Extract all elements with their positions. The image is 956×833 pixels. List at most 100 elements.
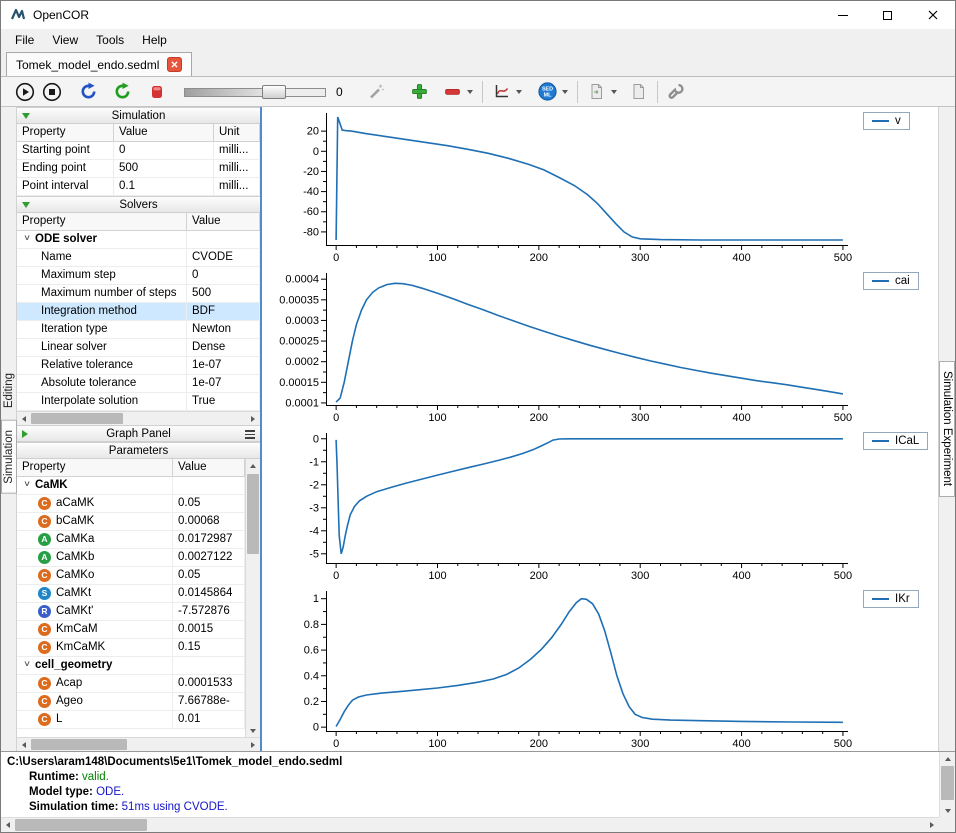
- add-graph-panel-button[interactable]: [406, 79, 433, 105]
- parameter-row[interactable]: SCaMKt0.0145864: [17, 585, 245, 603]
- svg-text:-40: -40: [303, 186, 319, 198]
- sedml-export-button[interactable]: SEDML: [534, 79, 561, 105]
- remove-graph-panel-dropdown-icon[interactable]: [467, 90, 473, 94]
- mode-tab-simulation[interactable]: Simulation: [1, 420, 17, 494]
- slider-handle[interactable]: [262, 85, 286, 99]
- legend-cai[interactable]: cai: [863, 272, 919, 290]
- ode-solver-group-row[interactable]: >ODE solver: [17, 231, 260, 249]
- simulation-property-row[interactable]: Point interval0.1milli...: [17, 178, 260, 196]
- scroll-up-button[interactable]: [941, 752, 955, 765]
- scroll-up-button[interactable]: [246, 459, 260, 472]
- collapse-arrow-icon[interactable]: [22, 113, 30, 119]
- save-graph-button[interactable]: [625, 79, 652, 105]
- solver-property-row[interactable]: Integration methodBDF: [17, 303, 260, 321]
- scrollbar-thumb[interactable]: [31, 739, 127, 750]
- parameter-row[interactable]: RCaMKt'-7.572876: [17, 603, 245, 621]
- sedml-dropdown-icon[interactable]: [562, 90, 568, 94]
- parameter-row[interactable]: CKmCaM0.0015: [17, 621, 245, 639]
- graph-panel-settings-dropdown-icon[interactable]: [516, 90, 522, 94]
- run-simulation-button[interactable]: [11, 79, 38, 105]
- menu-tools[interactable]: Tools: [87, 30, 133, 50]
- console-horizontal-scrollbar[interactable]: [1, 817, 939, 832]
- scrollbar-thumb[interactable]: [247, 474, 259, 554]
- remove-graph-panel-button[interactable]: [439, 79, 466, 105]
- simulation-property-row[interactable]: Ending point500milli...: [17, 160, 260, 178]
- parameter-row[interactable]: CbCaMK0.00068: [17, 513, 245, 531]
- mode-tab-editing[interactable]: Editing: [2, 364, 16, 417]
- parameter-row[interactable]: ACaMKb0.0027122: [17, 549, 245, 567]
- parameter-group-row[interactable]: >cell_geometry: [17, 657, 245, 675]
- tab-tomek-model-endo[interactable]: Tomek_model_endo.sedml: [6, 52, 192, 76]
- delay-slider[interactable]: [184, 83, 326, 101]
- clear-results-button[interactable]: [143, 79, 170, 105]
- collapse-arrow-icon[interactable]: [22, 202, 30, 208]
- scroll-left-button[interactable]: [17, 412, 31, 425]
- scroll-right-button[interactable]: [925, 819, 939, 832]
- parameter-row[interactable]: ACaMKa0.0172987: [17, 531, 245, 549]
- solver-property-row[interactable]: Iteration typeNewton: [17, 321, 260, 339]
- view-tab-simulation-experiment[interactable]: Simulation Experiment: [939, 361, 955, 496]
- preferences-button[interactable]: [663, 79, 690, 105]
- scrollbar-thumb[interactable]: [941, 766, 954, 800]
- graph-panel-settings-button[interactable]: [488, 79, 515, 105]
- legend-IKr[interactable]: IKr: [863, 590, 919, 608]
- menu-help[interactable]: Help: [133, 30, 176, 50]
- scrollbar-thumb[interactable]: [15, 819, 147, 831]
- chart-v[interactable]: 0100200300400500200-20-40-60-80: [262, 107, 854, 267]
- simulation-wizard-button[interactable]: [363, 79, 390, 105]
- solver-property-row[interactable]: Linear solverDense: [17, 339, 260, 357]
- scroll-left-button[interactable]: [1, 819, 15, 832]
- solver-property-row[interactable]: NameCVODE: [17, 249, 260, 267]
- chevron-down-icon[interactable]: >: [18, 661, 35, 670]
- chevron-down-icon[interactable]: >: [18, 235, 35, 244]
- chevron-down-icon[interactable]: >: [18, 481, 35, 490]
- section-header-parameters[interactable]: Parameters: [17, 442, 260, 459]
- svg-text:100: 100: [428, 252, 446, 264]
- legend-ICaL[interactable]: ICaL: [863, 432, 928, 450]
- reset-state-button[interactable]: [75, 79, 102, 105]
- scroll-right-button[interactable]: [246, 738, 260, 751]
- maximize-button[interactable]: [865, 1, 910, 29]
- parameter-row[interactable]: CKmCaMK0.15: [17, 639, 245, 657]
- console-vertical-scrollbar[interactable]: [939, 752, 955, 817]
- parameter-row[interactable]: CaCaMK0.05: [17, 495, 245, 513]
- solver-property-row[interactable]: Relative tolerance1e-07: [17, 357, 260, 375]
- parameter-row[interactable]: CCaMKo0.05: [17, 567, 245, 585]
- scroll-left-button[interactable]: [17, 738, 31, 751]
- solver-property-row[interactable]: Absolute tolerance1e-07: [17, 375, 260, 393]
- section-header-simulation[interactable]: Simulation: [17, 107, 260, 124]
- scroll-right-button[interactable]: [246, 412, 260, 425]
- tab-close-button[interactable]: [167, 57, 182, 72]
- reset-parameters-button[interactable]: [109, 79, 136, 105]
- scroll-down-button[interactable]: [246, 724, 260, 737]
- legend-v[interactable]: v: [863, 112, 910, 130]
- export-data-button[interactable]: [583, 79, 610, 105]
- solvers-horizontal-scrollbar[interactable]: [17, 411, 260, 425]
- section-header-solvers[interactable]: Solvers: [17, 196, 260, 213]
- expand-arrow-icon[interactable]: [22, 430, 28, 438]
- scrollbar-thumb[interactable]: [31, 413, 123, 424]
- group-name: cell_geometry: [35, 659, 112, 671]
- parameter-row[interactable]: CL0.01: [17, 711, 245, 729]
- parameters-vertical-scrollbar[interactable]: [245, 459, 260, 737]
- export-data-dropdown-icon[interactable]: [611, 90, 617, 94]
- chart-IKr[interactable]: 010020030040050010.80.60.40.20: [262, 585, 854, 751]
- chart-ICaL[interactable]: 01002003004005000-1-2-3-4-5: [262, 427, 854, 585]
- simulation-property-row[interactable]: Starting point0milli...: [17, 142, 260, 160]
- parameter-group-row[interactable]: >CaMK: [17, 477, 245, 495]
- solver-property-row[interactable]: Maximum number of steps500: [17, 285, 260, 303]
- minimize-button[interactable]: [820, 1, 865, 29]
- stop-simulation-button[interactable]: [38, 79, 65, 105]
- solver-property-row[interactable]: Interpolate solutionTrue: [17, 393, 260, 411]
- close-button[interactable]: [910, 1, 955, 29]
- parameter-row[interactable]: CAgeo7.66788e-: [17, 693, 245, 711]
- parameter-row[interactable]: CAcap0.0001533: [17, 675, 245, 693]
- solver-property-row[interactable]: Maximum step0: [17, 267, 260, 285]
- graph-panel-menu-icon[interactable]: [245, 430, 255, 439]
- scroll-down-button[interactable]: [941, 804, 955, 817]
- section-header-graph-panel[interactable]: Graph Panel: [17, 425, 260, 442]
- menu-view[interactable]: View: [43, 30, 87, 50]
- chart-cai[interactable]: 01002003004005000.00040.000350.00030.000…: [262, 267, 854, 427]
- parameters-horizontal-scrollbar[interactable]: [17, 737, 260, 751]
- menu-file[interactable]: File: [6, 30, 43, 50]
